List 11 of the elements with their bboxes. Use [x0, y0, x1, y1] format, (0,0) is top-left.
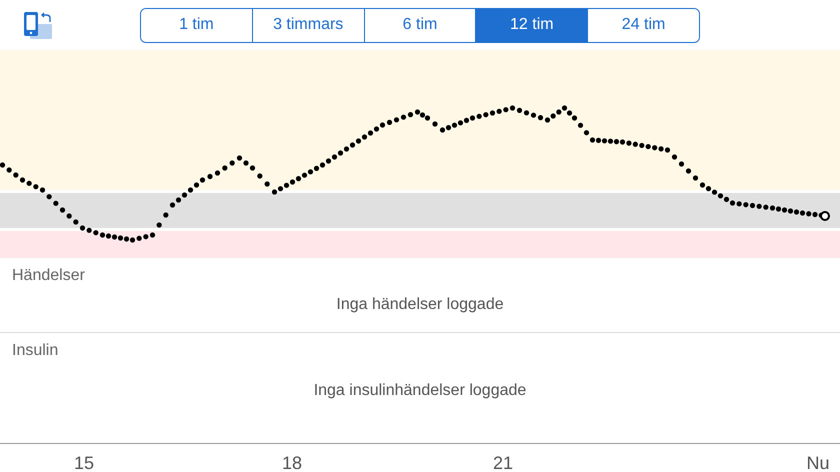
time-range-segment[interactable]: 24 tim — [587, 8, 699, 42]
section-title: Insulin — [12, 341, 58, 361]
rotate-phone-icon[interactable] — [24, 12, 54, 39]
axis-label: 21 — [492, 452, 514, 472]
axis-label: 15 — [74, 452, 94, 472]
axis-label: 18 — [282, 452, 302, 472]
empty-message: Inga insulinhändelser loggade — [314, 381, 526, 401]
axis-label: Nu — [806, 452, 830, 472]
empty-message: Inga händelser loggade — [336, 295, 504, 315]
section-title: Händelser — [12, 266, 85, 286]
time-range-segment[interactable]: 12 tim — [475, 8, 588, 42]
